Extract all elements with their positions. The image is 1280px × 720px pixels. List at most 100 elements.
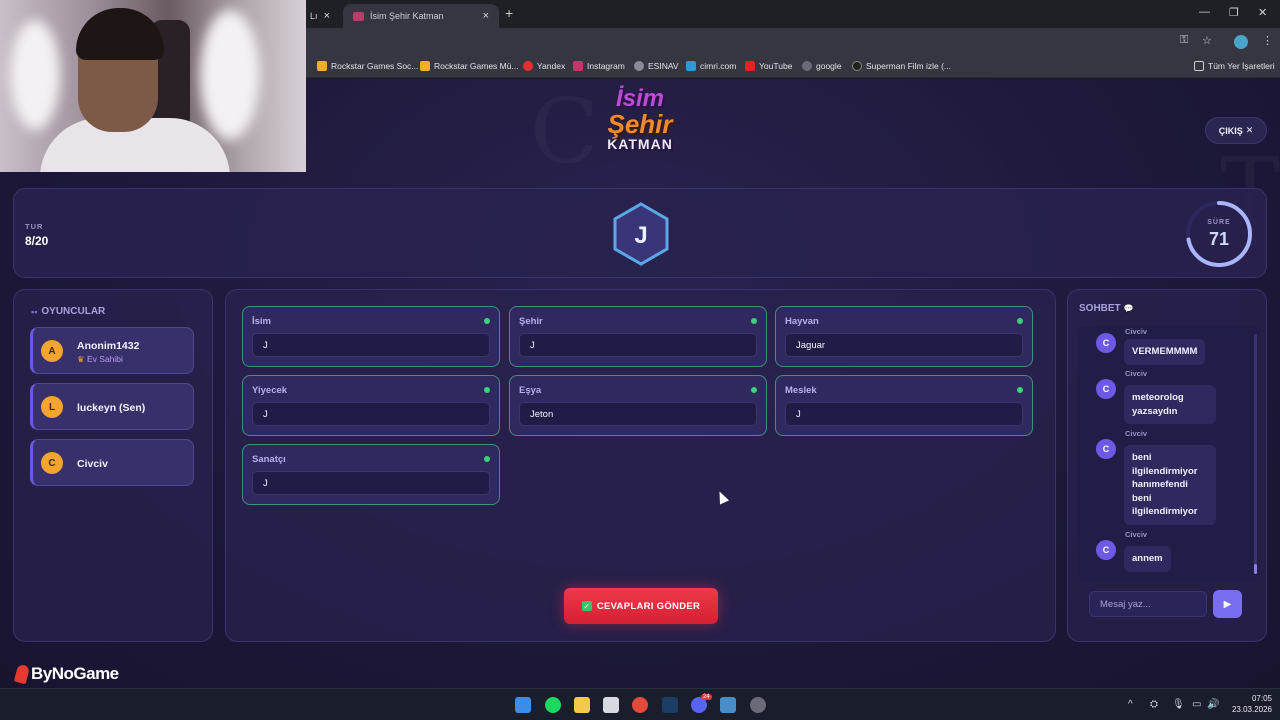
exit-button[interactable]: ÇIKIŞ ✕ <box>1205 117 1267 144</box>
app-icon[interactable] <box>750 697 766 713</box>
bookmark-item[interactable]: Yandex <box>523 61 565 71</box>
chat-avatar: C <box>1096 540 1116 560</box>
player-avatar: C <box>41 452 63 474</box>
status-dot-icon <box>1017 318 1023 324</box>
field-label: Eşya <box>519 385 542 396</box>
send-icon: ▶ <box>1223 598 1232 610</box>
volume-icon[interactable]: 🔊 <box>1207 699 1219 710</box>
file-explorer-icon[interactable] <box>574 697 590 713</box>
bookmark-globe-icon <box>634 61 644 71</box>
webcam-overlay <box>0 0 306 172</box>
browser-tab[interactable]: Lı × <box>300 4 340 28</box>
bookmark-item[interactable]: cimri.com <box>686 61 736 71</box>
restore-icon[interactable]: ❐ <box>1229 6 1239 19</box>
webcam-light <box>200 10 260 140</box>
field-label: Hayvan <box>785 316 819 327</box>
answer-field-yiyecek: Yiyecek J <box>242 375 500 436</box>
answer-input[interactable]: Jeton <box>519 402 757 426</box>
chat-avatar: C <box>1096 439 1116 459</box>
timer-value: 71 <box>1208 229 1230 249</box>
chat-scrollbar[interactable] <box>1254 334 1257 574</box>
chat-username: Civciv <box>1125 327 1148 336</box>
answer-input[interactable]: J <box>519 333 757 357</box>
round-label: TUR <box>25 222 44 231</box>
answer-input[interactable]: Jaguar <box>785 333 1023 357</box>
player-name: Civciv <box>77 458 108 470</box>
bookmark-label: Superman Film izle (... <box>866 61 952 71</box>
bookmark-item[interactable]: google <box>802 61 842 71</box>
network-icon[interactable]: ▭ <box>1192 699 1201 710</box>
bookmark-item[interactable]: Rockstar Games Mü... <box>420 61 519 71</box>
chat-text: annem <box>1124 546 1171 572</box>
star-icon[interactable]: ☆ <box>1202 34 1212 47</box>
store-icon[interactable] <box>603 697 619 713</box>
tab-label: İsim Şehir Katman <box>370 11 444 21</box>
bookmark-globe-icon <box>802 61 812 71</box>
close-tab-icon[interactable]: × <box>483 10 489 22</box>
player-role: ♛ Ev Sahibi <box>77 354 123 365</box>
bookmark-label: Tüm Yer İşaretleri <box>1208 61 1275 71</box>
player-card[interactable]: L luckeyn (Sen) <box>30 383 194 430</box>
answers-panel: İsim J Şehir J Hayvan Jaguar Yiyecek J E… <box>225 289 1056 642</box>
minimize-icon[interactable]: — <box>1199 6 1210 18</box>
scrollbar-thumb[interactable] <box>1254 564 1257 574</box>
submit-answers-button[interactable]: ✓ CEVAPLARI GÖNDER <box>564 588 718 624</box>
close-tab-icon[interactable]: × <box>324 10 330 22</box>
field-label: Şehir <box>519 316 543 327</box>
chat-text: meteorolog yazsaydın <box>1124 385 1216 424</box>
new-tab-button[interactable]: + <box>505 5 513 21</box>
bookmark-label: YouTube <box>759 61 793 71</box>
answer-input[interactable]: J <box>785 402 1023 426</box>
key-icon[interactable]: ⚿ <box>1180 34 1188 47</box>
all-bookmarks-button[interactable]: Tüm Yer İşaretleri <box>1194 61 1275 71</box>
watermark-text: ByNoGame <box>31 664 119 683</box>
player-avatar: A <box>41 340 63 362</box>
menu-dots-icon[interactable]: ⋮ <box>1262 34 1273 47</box>
chevron-up-icon[interactable]: ^ <box>1128 699 1133 710</box>
field-label: Meslek <box>785 385 817 396</box>
answer-field-esya: Eşya Jeton <box>509 375 767 436</box>
chat-panel: SOHBET 💬 C Civciv VERMEMMMM C Civciv met… <box>1067 289 1267 642</box>
bookmark-item[interactable]: Rockstar Games Soc... <box>317 61 418 71</box>
steam-icon[interactable] <box>662 697 678 713</box>
player-card[interactable]: A Anonim1432 ♛ Ev Sahibi <box>30 327 194 374</box>
favicon-icon <box>353 11 364 21</box>
profile-avatar-icon[interactable] <box>1234 35 1248 49</box>
chat-message-list[interactable]: C Civciv VERMEMMMM C Civciv meteorolog y… <box>1078 326 1258 582</box>
chat-message-input[interactable]: Mesaj yaz... <box>1089 591 1207 617</box>
bookmark-item[interactable]: ESINAV <box>634 61 679 71</box>
browser-tab-active[interactable]: İsim Şehir Katman × <box>343 4 499 28</box>
bookmark-label: Yandex <box>537 61 566 71</box>
bookmark-label: cimri.com <box>700 61 737 71</box>
microphone-icon[interactable]: 🎙 <box>1172 699 1185 710</box>
answer-input[interactable]: J <box>252 471 490 495</box>
close-icon: ✕ <box>1245 125 1254 135</box>
send-message-button[interactable]: ▶ <box>1213 590 1242 618</box>
round-value: 8/20 <box>25 234 49 248</box>
status-dot-icon <box>484 387 490 393</box>
current-letter-badge: J <box>613 202 669 266</box>
bynogame-watermark: ByNoGame <box>13 663 119 685</box>
answer-input[interactable]: J <box>252 402 490 426</box>
status-dot-icon <box>1017 387 1023 393</box>
chrome-icon[interactable] <box>632 697 648 713</box>
bookmark-item[interactable]: Instagram <box>573 61 625 71</box>
player-card[interactable]: C Civciv <box>30 439 194 486</box>
app-icon[interactable] <box>720 697 736 713</box>
taskbar-clock[interactable]: 07:05 23.03.2026 <box>1222 693 1272 715</box>
spotify-icon[interactable] <box>545 697 561 713</box>
answer-input[interactable]: J <box>252 333 490 357</box>
timer-label: SÜRE <box>1207 219 1231 226</box>
steam-tray-icon[interactable]: ⛭ <box>1150 699 1158 710</box>
bookmark-label: ESINAV <box>648 61 679 71</box>
answer-field-sanatci: Sanatçı J <box>242 444 500 505</box>
chat-avatar: C <box>1096 333 1116 353</box>
crown-icon: ♛ <box>77 354 85 364</box>
bookmark-item[interactable]: Superman Film izle (... <box>852 61 951 71</box>
chat-username: Civciv <box>1125 530 1148 539</box>
players-title-label: OYUNCULAR <box>41 306 106 317</box>
close-window-icon[interactable]: ✕ <box>1258 6 1267 19</box>
bookmark-item[interactable]: YouTube <box>745 61 792 71</box>
chat-avatar: C <box>1096 379 1116 399</box>
windows-start-icon[interactable] <box>515 697 531 713</box>
